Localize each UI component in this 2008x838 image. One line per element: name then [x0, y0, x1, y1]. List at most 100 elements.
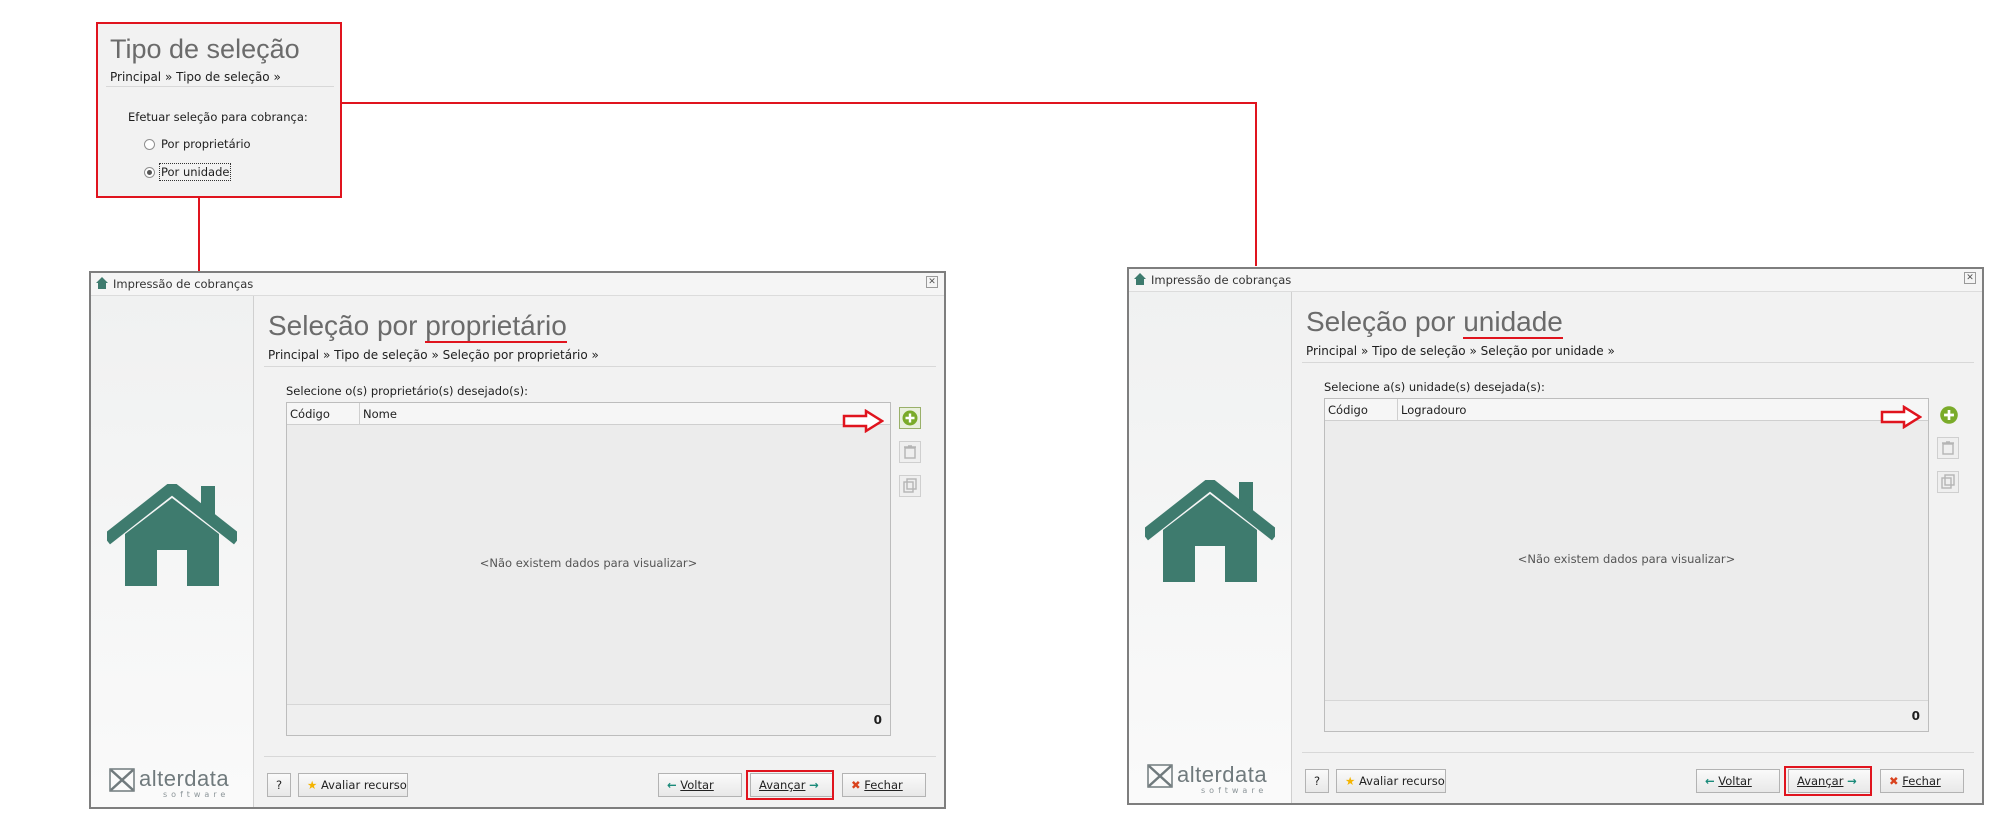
rate-resource-button[interactable]: ★ Avaliar recurso	[1336, 769, 1446, 793]
close-x-icon: ✖	[851, 778, 861, 792]
grid-footer: 0	[1325, 700, 1928, 731]
empty-message: <Não existem dados para visualizar>	[479, 556, 698, 570]
selection-type-callout: Tipo de seleção Principal » Tipo de sele…	[96, 22, 342, 198]
breadcrumb: Principal » Tipo de seleção » Seleção po…	[268, 348, 599, 362]
empty-message: <Não existem dados para visualizar>	[1517, 552, 1736, 566]
grid-footer: 0	[287, 704, 890, 735]
window-selecao-proprietario: Impressão de cobranças ✕ alterdata softw…	[89, 271, 946, 809]
close-button[interactable]: ✖ Fechar	[1880, 769, 1964, 793]
alterdata-logo-icon	[109, 768, 135, 792]
window-title: Impressão de cobranças	[113, 277, 254, 291]
rate-resource-label: Avaliar recurso	[1358, 774, 1445, 788]
close-button[interactable]: ✖ Fechar	[842, 773, 926, 797]
close-icon[interactable]: ✕	[1964, 272, 1976, 284]
page-title: Seleção por unidade	[1306, 306, 1563, 339]
connector-top	[342, 102, 1257, 104]
callout-label: Efetuar seleção para cobrança:	[128, 110, 308, 124]
alterdata-logo-icon	[1147, 764, 1173, 788]
arrow-left-icon: ←	[1705, 774, 1715, 788]
radio-por-unidade[interactable]	[144, 167, 155, 178]
column-header-logradouro[interactable]: Logradouro	[1401, 403, 1466, 417]
add-icon	[1940, 406, 1958, 424]
column-header-codigo[interactable]: Código	[290, 407, 330, 421]
alterdata-logo-sub: software	[163, 790, 230, 799]
sidebar: alterdata software	[1129, 292, 1292, 803]
footer-divider	[1302, 752, 1974, 753]
window-titlebar: Impressão de cobranças ✕	[1129, 269, 1982, 292]
copy-button[interactable]	[1937, 471, 1959, 493]
column-separator[interactable]	[359, 403, 360, 424]
home-icon	[1134, 273, 1146, 285]
back-label: Voltar	[680, 778, 714, 792]
back-button[interactable]: ← Voltar	[658, 773, 742, 797]
callout-breadcrumb: Principal » Tipo de seleção »	[110, 70, 281, 84]
rate-resource-button[interactable]: ★ Avaliar recurso	[298, 773, 408, 797]
breadcrumb: Principal » Tipo de seleção » Seleção po…	[1306, 344, 1615, 358]
selection-prompt: Selecione o(s) proprietário(s) desejado(…	[286, 384, 528, 398]
close-x-icon: ✖	[1889, 774, 1899, 788]
main-content: Seleção por unidade Principal » Tipo de …	[1292, 292, 1982, 803]
copy-icon	[1941, 474, 1955, 489]
connector-right	[1255, 102, 1257, 266]
back-button[interactable]: ← Voltar	[1696, 769, 1780, 793]
record-count: 0	[873, 713, 882, 727]
add-button[interactable]	[899, 407, 921, 429]
trash-icon	[1942, 441, 1954, 455]
star-icon: ★	[307, 778, 318, 792]
selection-prompt: Selecione a(s) unidade(s) desejada(s):	[1324, 380, 1545, 394]
red-arrow-icon	[1880, 405, 1922, 429]
window-titlebar: Impressão de cobranças ✕	[91, 273, 944, 296]
arrow-left-icon: ←	[667, 778, 677, 792]
next-button-highlight	[746, 770, 834, 800]
copy-button[interactable]	[899, 475, 921, 497]
window-title: Impressão de cobranças	[1151, 273, 1292, 287]
header-divider	[1302, 362, 1974, 363]
page-title-prefix: Seleção por	[1306, 306, 1464, 337]
column-separator[interactable]	[1397, 399, 1398, 420]
sidebar: alterdata software	[91, 296, 254, 807]
close-label: Fechar	[864, 778, 903, 792]
delete-button[interactable]	[1937, 437, 1959, 459]
house-icon	[107, 484, 237, 586]
help-button[interactable]: ?	[267, 773, 291, 797]
header-divider	[264, 366, 936, 367]
column-header-codigo[interactable]: Código	[1328, 403, 1368, 417]
page-title-highlight: proprietário	[425, 310, 567, 343]
main-content: Seleção por proprietário Principal » Tip…	[254, 296, 944, 807]
window-selecao-unidade: Impressão de cobranças ✕ alterdata softw…	[1127, 267, 1984, 805]
callout-divider	[106, 86, 334, 87]
add-button[interactable]	[1937, 403, 1959, 425]
home-icon	[96, 277, 108, 289]
page-title-prefix: Seleção por	[268, 310, 426, 341]
record-count: 0	[1911, 709, 1920, 723]
close-icon[interactable]: ✕	[926, 276, 938, 288]
data-grid[interactable]: Código Nome <Não existem dados para visu…	[286, 402, 891, 736]
footer-divider	[264, 756, 936, 757]
page-title: Seleção por proprietário	[268, 310, 567, 343]
close-label: Fechar	[1902, 774, 1941, 788]
help-button[interactable]: ?	[1305, 769, 1329, 793]
grid-header: Código Nome	[287, 403, 890, 425]
add-icon	[902, 410, 918, 426]
column-header-nome[interactable]: Nome	[363, 407, 397, 421]
red-arrow-icon	[842, 409, 884, 433]
radio-label-por-proprietario[interactable]: Por proprietário	[161, 137, 251, 151]
data-grid[interactable]: Código Logradouro <Não existem dados par…	[1324, 398, 1929, 732]
copy-icon	[903, 478, 917, 493]
alterdata-logo-text: alterdata	[139, 766, 230, 791]
next-button-highlight	[1784, 766, 1872, 796]
trash-icon	[904, 445, 916, 459]
star-icon: ★	[1345, 774, 1356, 788]
grid-header: Código Logradouro	[1325, 399, 1928, 421]
page-title-highlight: unidade	[1463, 306, 1563, 339]
connector-left	[198, 198, 200, 272]
radio-label-por-unidade[interactable]: Por unidade	[158, 163, 232, 181]
callout-title: Tipo de seleção	[110, 34, 300, 64]
house-icon	[1145, 480, 1275, 582]
radio-por-proprietario[interactable]	[144, 139, 155, 150]
alterdata-logo-text: alterdata	[1177, 762, 1268, 787]
alterdata-logo-sub: software	[1201, 786, 1268, 795]
delete-button[interactable]	[899, 441, 921, 463]
rate-resource-label: Avaliar recurso	[320, 778, 407, 792]
back-label: Voltar	[1718, 774, 1752, 788]
